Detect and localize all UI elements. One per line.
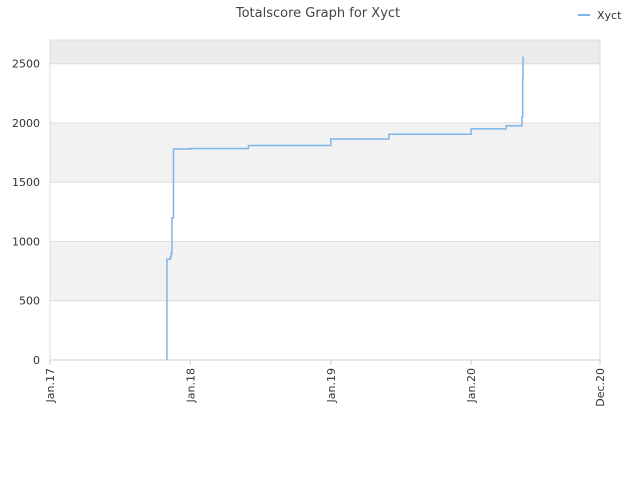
legend[interactable]: Xyct — [578, 9, 622, 22]
y-tick-label: 1000 — [12, 235, 40, 248]
y-tick-label: 0 — [33, 354, 40, 367]
y-tick-label: 2000 — [12, 117, 40, 130]
legend-label: Xyct — [597, 9, 622, 22]
plot-band — [50, 122, 600, 183]
x-tick-label: Jan.17 — [44, 368, 57, 403]
series-line-xyct — [166, 56, 524, 360]
y-tick-label: 2500 — [12, 58, 40, 71]
plot-border — [49, 39, 601, 361]
y-tick-label: 500 — [19, 295, 40, 308]
totalscore-chart: 0 500 1000 1500 2000 2500 Jan.17 Jan.18 Jan.19 Ja… — [12, 6, 622, 407]
x-tick-label: Jan.20 — [465, 368, 478, 403]
x-tick-label: Jan.19 — [325, 368, 338, 403]
x-tick-label: Jan.18 — [184, 368, 197, 403]
plot-band — [50, 40, 600, 64]
series-layer — [166, 56, 524, 360]
y-tick-label: 1500 — [12, 176, 40, 189]
grid-lines — [49, 39, 601, 361]
x-tick-label: Dec.20 — [594, 368, 607, 407]
chart-title: Totalscore Graph for Xyct — [235, 6, 400, 21]
plot-bands — [50, 40, 600, 301]
axes: 0 500 1000 1500 2000 2500 Jan.17 Jan.18 Jan.19 Ja… — [12, 58, 607, 407]
plot-band — [50, 241, 600, 301]
